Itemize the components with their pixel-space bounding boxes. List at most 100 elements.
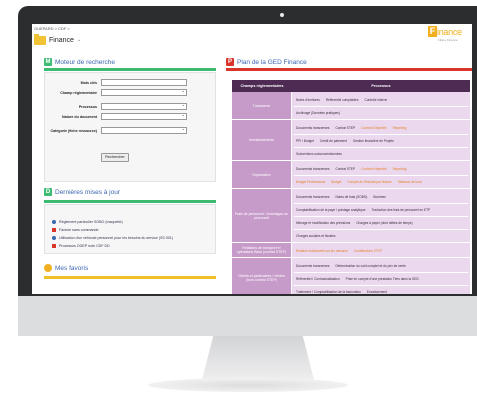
update-link[interactable]: Utilisation d'un véhicule personnel pour… (59, 236, 173, 240)
update-link[interactable]: Règlement particulier SOBO (maquette) (59, 220, 123, 224)
category-select[interactable] (101, 126, 187, 134)
process-link[interactable]: Contrôle interne (364, 98, 387, 102)
process-link[interactable]: Budget Performance (296, 180, 325, 184)
list-item[interactable]: Processus OGEP note CDF DD (52, 244, 110, 248)
ged-title: Plan de la GED Finance (237, 58, 307, 66)
link-icon (52, 220, 56, 224)
process-link[interactable]: Reporting (393, 167, 407, 171)
ged-header: P Plan de la GED Finance (226, 58, 307, 66)
process-link[interactable]: Notes d'écritures (296, 98, 320, 102)
logo-tagline: Filière Finance (438, 38, 458, 42)
ged-subrow: Archivage (Données pratiques) (294, 107, 468, 119)
process-link[interactable]: Contrat d'objectifs (361, 126, 386, 130)
logo-name: inance (437, 27, 462, 37)
ged-row-processes: Documents transverses Contrat STEP Contrat… (292, 161, 470, 188)
process-link[interactable]: Tableaux de bord (397, 180, 421, 184)
process-link[interactable]: Prise en compte d'une prestation Tiers d… (346, 277, 419, 281)
ged-subrow: Documents transverses Contrat STEP Contrat… (294, 122, 468, 135)
ged-row-label[interactable]: Exploitation (232, 161, 292, 188)
field-label: Mots clés (80, 80, 97, 85)
star-icon (44, 264, 52, 272)
field-keywords: Mots clés (47, 79, 187, 86)
ged-row-label[interactable]: Transverse (232, 92, 292, 119)
field-label: Processus (78, 104, 97, 109)
ged-section-icon: P (226, 58, 234, 66)
monitor-stand (202, 336, 314, 380)
ged-row: Investissements Documents transverses Cont… (232, 120, 470, 161)
process-link[interactable]: Encaissement (367, 290, 387, 294)
process-link[interactable]: Référentiel comptables (326, 98, 359, 102)
ged-row-label[interactable]: Clients et partenaires / Ventes (hors co… (232, 258, 292, 294)
process-link[interactable]: Archivage (Données pratiques) (296, 111, 340, 115)
process-link[interactable]: Traduction des frais de personnel en ETP (371, 208, 430, 212)
regulatory-select[interactable] (101, 88, 187, 96)
process-link[interactable]: Détermination du coût complet et du prix… (335, 264, 405, 268)
ged-subrow: Charges sociales et fiscales (294, 230, 468, 242)
process-link[interactable]: Notes de frais (SOBO) (335, 195, 367, 199)
process-link[interactable]: Contrat STEP (335, 126, 355, 130)
list-item[interactable]: Règlement particulier SOBO (maquette) (52, 220, 123, 224)
col-header: Champs réglementaires (240, 84, 284, 88)
process-link[interactable]: Budget (331, 180, 341, 184)
search-button[interactable]: Rechercher (101, 153, 129, 162)
process-link[interactable]: Subventions subconventionnées (296, 152, 342, 156)
process-link[interactable]: Contrat STEP (335, 167, 355, 171)
keywords-input[interactable] (101, 79, 187, 86)
updates-bar-accent (44, 200, 216, 203)
process-link[interactable]: Ménage et modification des prévisions (296, 221, 350, 225)
process-link[interactable]: PPI / Budget (296, 139, 314, 143)
pdf-icon (52, 228, 56, 232)
search-bar-accent (44, 68, 216, 71)
chevron-down-icon[interactable]: ⌄ (77, 37, 81, 43)
process-link[interactable]: Relation Individuelle sur les mesures (296, 249, 348, 253)
finance-logo: F inance Filière Finance (428, 26, 468, 44)
ged-subrow: Budget Performance Budget Compte de Résult… (294, 176, 468, 188)
ged-row-label[interactable]: Relations de transport et opérations Bas… (232, 243, 292, 257)
field-label: Nature du document (62, 114, 97, 119)
list-item[interactable]: Facture sans commande (52, 228, 99, 232)
monitor-base (148, 378, 348, 392)
page-header: Finance ⌄ (34, 33, 81, 46)
process-link[interactable]: Référentiel / Contractualisation (296, 277, 340, 281)
process-link[interactable]: Compte de Résultat par Nature (347, 180, 391, 184)
breadcrumb[interactable]: GUEPARD > CDF > (34, 26, 70, 31)
ged-row-processes: Documents transverses Détermination du co… (292, 258, 470, 294)
process-link[interactable]: Reporting (393, 126, 407, 130)
nature-select[interactable] (101, 112, 187, 120)
process-link[interactable]: Charges à payer (dont dettes de temps) (356, 221, 412, 225)
process-link[interactable]: Documents transverses (296, 167, 329, 171)
monitor-frame: GUEPARD > CDF > Finance ⌄ F inance Filiè… (18, 6, 477, 302)
process-link[interactable]: Gestion financière de Projets (353, 139, 394, 143)
process-link[interactable]: Traitement / Comptabilisation de la fact… (296, 290, 361, 294)
update-link[interactable]: Facture sans commande (59, 228, 99, 232)
process-link[interactable]: Documents transverses (296, 195, 329, 199)
list-item[interactable]: Utilisation d'un véhicule personnel pour… (52, 236, 173, 240)
process-link[interactable]: Comptabilisation de la paye / pointage a… (296, 208, 365, 212)
search-section-icon: M (44, 58, 52, 66)
ged-table-head: Champs réglementaires Processus (232, 80, 470, 92)
ged-row-processes: Relation Individuelle sur les mesures Con… (292, 243, 470, 257)
favorites-bar-accent (44, 276, 216, 279)
process-link[interactable]: Crédit de paiement (320, 139, 347, 143)
process-link[interactable]: Bonimes (373, 195, 385, 199)
process-link[interactable]: Documents transverses (296, 264, 329, 268)
process-link[interactable]: Documents transverses (296, 126, 329, 130)
page-title: Finance (49, 36, 74, 44)
process-link[interactable]: Charges sociales et fiscales (296, 234, 336, 238)
screen: GUEPARD > CDF > Finance ⌄ F inance Filiè… (32, 24, 472, 294)
ged-row: Transverse Notes d'écritures Référentiel c… (232, 92, 470, 120)
process-link[interactable]: Contributions STEP (354, 249, 382, 253)
field-process: Processus (47, 102, 187, 110)
updates-section-icon: D (44, 188, 52, 196)
ged-row-processes: Documents transverses Contrat STEP Contrat… (292, 120, 470, 160)
process-select[interactable] (101, 102, 187, 110)
ged-row-label[interactable]: Investissements (232, 120, 292, 160)
field-label: Champ réglementaire (60, 90, 97, 95)
field-nature: Nature du document (47, 112, 187, 120)
process-link[interactable]: Contrat d'objectifs (361, 167, 386, 171)
update-link[interactable]: Processus OGEP note CDF DD (59, 244, 110, 248)
updates-header: D Dernières mises à jour (44, 188, 120, 196)
ged-subrow: Subventions subconventionnées (294, 148, 468, 160)
ged-row-label[interactable]: Frais de personnel / Avantages au person… (232, 189, 292, 242)
field-label: Catégorie (fiche ressource) (50, 128, 97, 133)
